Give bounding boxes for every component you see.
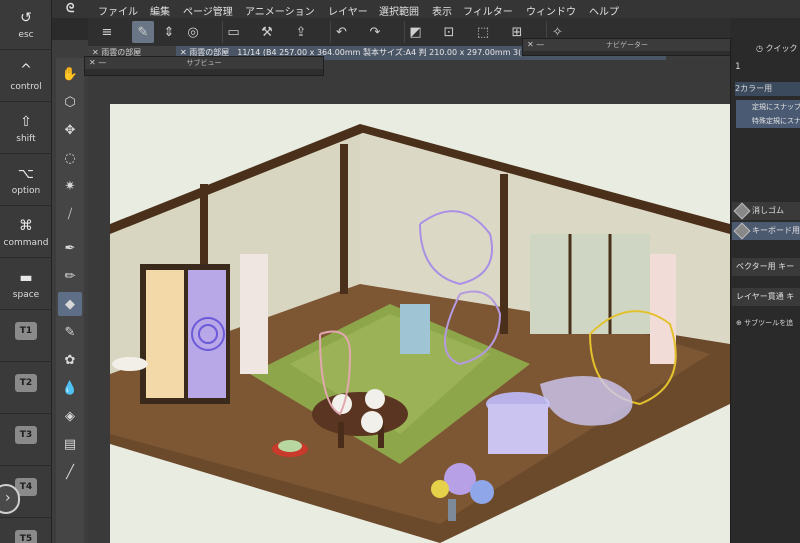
- t2-label: T2: [15, 374, 37, 392]
- add-subtool-label: サブツールを追: [744, 319, 794, 327]
- subtool-through-layer[interactable]: レイヤー貫通 キ: [732, 288, 800, 306]
- subtool-eraser[interactable]: 消しゴム: [732, 202, 800, 220]
- snap-to-ruler[interactable]: 定規にスナップ: [742, 100, 800, 114]
- zoom-icon[interactable]: ⬡: [58, 90, 82, 114]
- stabilizer-box: 定規にスナップ 特殊定規にスナ: [736, 100, 800, 128]
- shift-arrow-icon: ⇧: [20, 113, 32, 130]
- space-bar-icon: ▬: [19, 269, 33, 286]
- t3-label: T3: [15, 426, 37, 444]
- menu-edit[interactable]: 編集: [150, 3, 170, 18]
- tool-palette: ✋ ⬡ ✥ ◌ ✷ ⧸ ✒ ✏ ◆ ✎ ✿ 💧 ◈ ▤ ╱: [56, 58, 84, 543]
- wrench-icon[interactable]: ⚒: [256, 21, 278, 43]
- menu-window[interactable]: ウィンドウ: [526, 3, 576, 18]
- eraser-icon[interactable]: ◆: [58, 292, 82, 316]
- decoration-icon[interactable]: ✿: [58, 348, 82, 372]
- subtool-eraser-label: 消しゴム: [752, 206, 784, 215]
- option-label: option: [11, 185, 41, 196]
- search-icon: ◷: [756, 44, 766, 53]
- subtool-keyboard[interactable]: キーボード用: [732, 222, 800, 240]
- pencil-icon[interactable]: ✏: [58, 264, 82, 288]
- add-subtool-button[interactable]: ⊕ サブツールを追: [736, 318, 800, 328]
- navigator-header[interactable]: ✕ — ナビゲーター: [523, 39, 731, 51]
- subview-title: サブビュー: [186, 59, 222, 67]
- menu-selection[interactable]: 選択範囲: [379, 3, 419, 18]
- shift-label: shift: [16, 133, 36, 144]
- open-folder-icon[interactable]: ▭: [222, 21, 244, 43]
- control-key[interactable]: ^ control: [0, 52, 52, 102]
- crop-select-icon[interactable]: ⊡: [438, 21, 460, 43]
- space-label: space: [12, 289, 40, 300]
- chevron-updown-icon[interactable]: ⇕: [158, 21, 180, 43]
- subview-header[interactable]: ✕ — サブビュー: [85, 57, 323, 69]
- page-number: 1: [735, 62, 741, 72]
- canvas-area[interactable]: [88, 60, 730, 543]
- menu-bar: ᘓ ファイル 編集 ページ管理 アニメーション レイヤー 選択範囲 表示 フィル…: [52, 0, 800, 18]
- move-icon[interactable]: ✥: [58, 118, 82, 142]
- undo-arrow-icon: ↺: [20, 9, 32, 26]
- command-icon: ⌘: [19, 217, 33, 234]
- chevron-right-icon: ›: [5, 490, 11, 506]
- edit-drawing-icon[interactable]: ✎: [132, 21, 154, 43]
- undo-icon[interactable]: ↶: [330, 21, 352, 43]
- menu-view[interactable]: 表示: [432, 3, 452, 18]
- menu-help[interactable]: ヘルプ: [589, 3, 619, 18]
- t5-label: T5: [15, 530, 37, 543]
- plus-icon: ⊕: [736, 319, 745, 327]
- hamburger-menu-icon[interactable]: ≡: [96, 21, 118, 43]
- menu-animation[interactable]: アニメーション: [245, 3, 315, 18]
- caret-icon: ^: [20, 61, 32, 78]
- space-key[interactable]: ▬ space: [0, 260, 52, 310]
- quick-access-label: クイック: [765, 44, 798, 53]
- snap-to-special-ruler[interactable]: 特殊定規にスナ: [742, 114, 800, 128]
- eraser-icon: [733, 222, 751, 240]
- t1-label: T1: [15, 322, 37, 340]
- clip-studio-logo-icon[interactable]: ᘓ: [66, 1, 82, 17]
- subtool-through-label: レイヤー貫通 キ: [736, 292, 795, 301]
- pen-icon[interactable]: ✒: [58, 236, 82, 260]
- command-label: command: [3, 237, 49, 248]
- eraser-icon: [733, 202, 751, 220]
- redo-icon[interactable]: ↷: [364, 21, 386, 43]
- blend-icon[interactable]: 💧: [58, 376, 82, 400]
- color-swap-icon[interactable]: ◩: [404, 21, 426, 43]
- subtool-keyboard-label: キーボード用: [752, 226, 800, 235]
- magic-wand-icon[interactable]: ✷: [58, 174, 82, 198]
- lasso-icon[interactable]: ◌: [58, 146, 82, 170]
- brush-icon[interactable]: ✎: [58, 320, 82, 344]
- subview-panel[interactable]: ✕ — サブビュー: [84, 56, 324, 76]
- subtool-vector[interactable]: ベクター用 キー: [732, 258, 800, 276]
- navigator-panel[interactable]: ✕ — ナビゲーター: [522, 38, 732, 56]
- transform-icon[interactable]: ⬚: [472, 21, 494, 43]
- spiral-icon[interactable]: ◎: [182, 21, 204, 43]
- option-icon: ⌥: [17, 165, 35, 182]
- quick-access-tab[interactable]: ◷ クイック: [756, 40, 800, 58]
- control-label: control: [10, 81, 42, 92]
- modifier-key-bar: ↺ esc ^ control ⇧ shift ⌥ option ⌘ comma…: [0, 0, 52, 543]
- shift-key[interactable]: ⇧ shift: [0, 104, 52, 154]
- navigator-title: ナビゲーター: [606, 41, 648, 49]
- eyedropper-icon[interactable]: ⧸: [58, 202, 82, 226]
- color-set-name[interactable]: 2カラー用: [735, 82, 800, 96]
- menu-page[interactable]: ページ管理: [183, 3, 233, 18]
- room-illustration: [110, 124, 730, 543]
- fill-icon[interactable]: ◈: [58, 404, 82, 428]
- hand-icon[interactable]: ✋: [58, 62, 82, 86]
- menu-layer[interactable]: レイヤー: [328, 3, 368, 18]
- figure-icon[interactable]: ╱: [58, 460, 82, 484]
- menu-filter[interactable]: フィルター: [463, 3, 513, 18]
- menu-file[interactable]: ファイル: [98, 3, 138, 18]
- esc-key[interactable]: ↺ esc: [0, 0, 52, 50]
- command-key[interactable]: ⌘ command: [0, 208, 52, 258]
- esc-label: esc: [18, 29, 34, 40]
- close-icon[interactable]: ✕ —: [527, 39, 544, 51]
- subtool-vector-label: ベクター用 キー: [736, 262, 795, 271]
- gradient-icon[interactable]: ▤: [58, 432, 82, 456]
- canvas-paper[interactable]: [110, 104, 730, 543]
- option-key[interactable]: ⌥ option: [0, 156, 52, 206]
- export-icon[interactable]: ⇪: [290, 21, 312, 43]
- close-icon[interactable]: ✕ —: [89, 57, 106, 69]
